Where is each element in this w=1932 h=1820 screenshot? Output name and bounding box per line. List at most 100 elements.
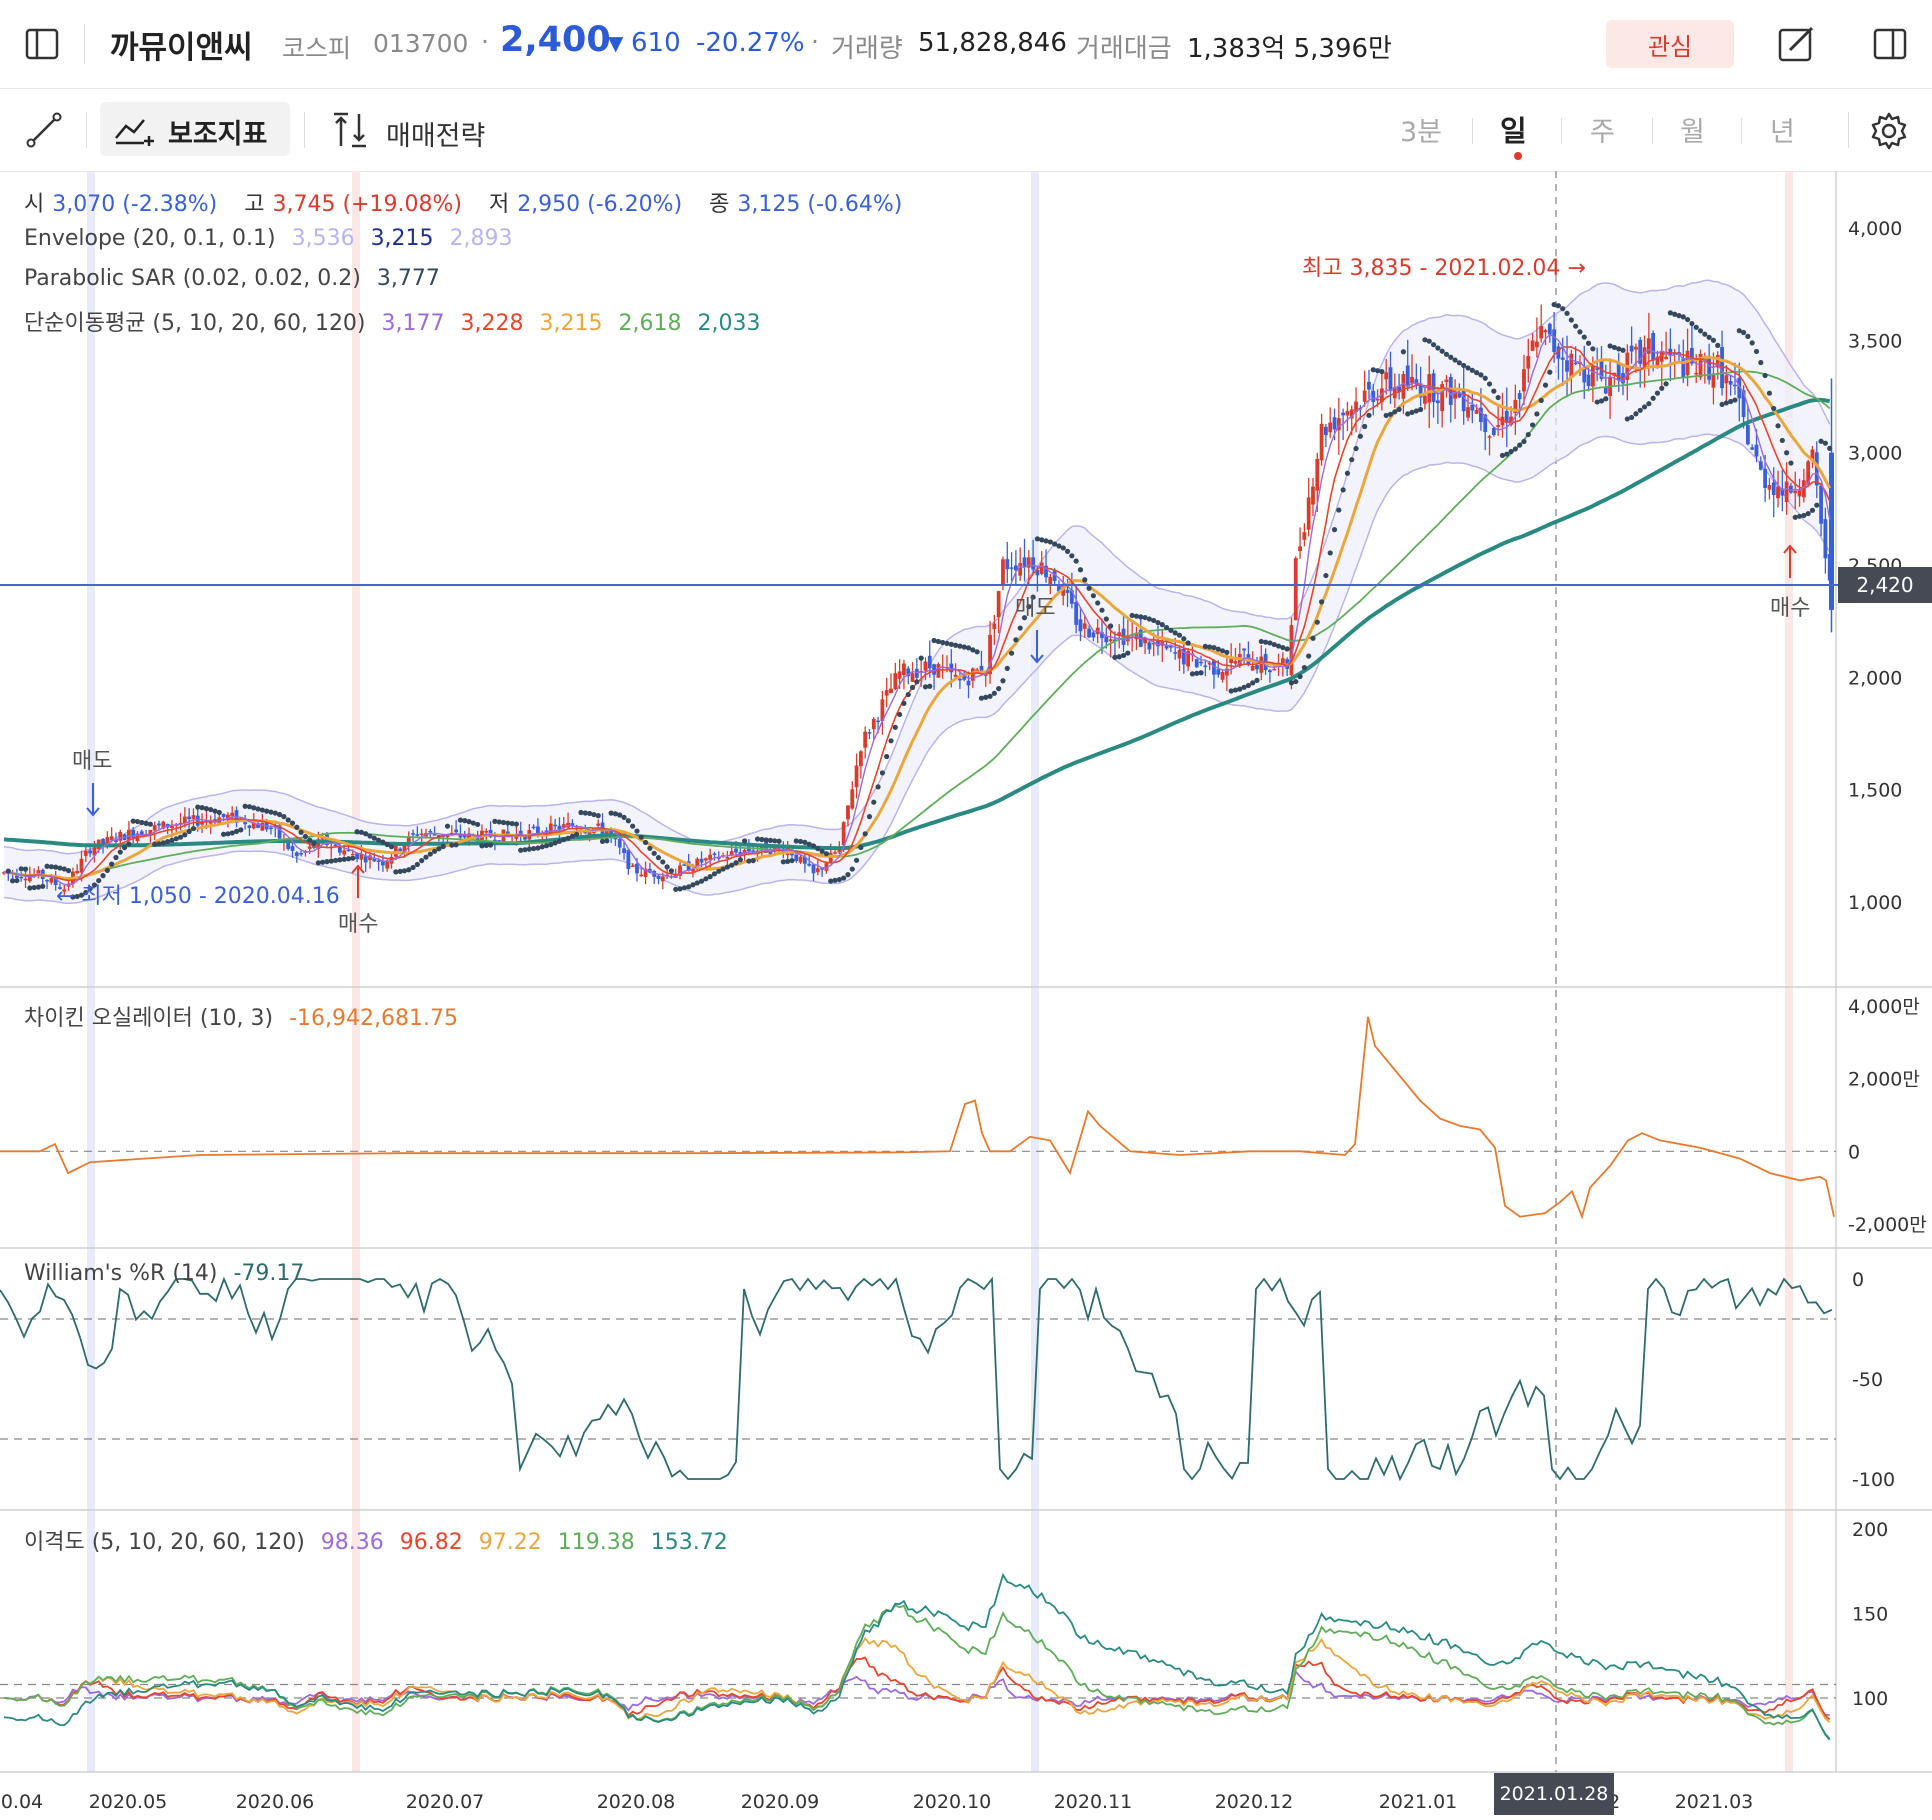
psar-dot	[879, 770, 886, 776]
psar-dot	[862, 831, 868, 837]
candle-body	[1324, 426, 1328, 436]
psar-dot	[1779, 437, 1785, 444]
active-period-dot	[1514, 152, 1522, 160]
disparity-legend[interactable]: 이격도 (5, 10, 20, 60, 120) 98.36 96.82 97.22 1…	[24, 1524, 736, 1556]
sma10-value: 3,228	[460, 311, 524, 336]
strategy-button[interactable]: 매매전략	[328, 108, 528, 152]
psar-dot	[311, 840, 317, 846]
envelope-legend[interactable]: Envelope (20, 0.1, 0.1) 3,536 3,215 2,893	[24, 226, 521, 251]
disparity20-value: 97.22	[478, 1530, 542, 1555]
psar-dot	[953, 642, 959, 648]
candle-body	[902, 663, 906, 675]
candle	[1039, 551, 1044, 576]
psar-dot	[1573, 323, 1579, 329]
psar-dot	[1013, 637, 1019, 643]
candle-body	[1177, 649, 1182, 659]
psar-dot	[1758, 359, 1764, 366]
psar-dot	[238, 827, 244, 833]
edit-icon[interactable]	[1772, 20, 1820, 68]
candle-body	[333, 844, 338, 847]
candle-body	[1724, 375, 1729, 384]
close-label: 종	[709, 192, 730, 217]
period-year[interactable]: 년	[1770, 110, 1795, 149]
close-value: 3,125 (-0.64%)	[737, 192, 903, 217]
candle-body	[1823, 519, 1828, 559]
psar-dot	[853, 857, 860, 863]
candle-body	[910, 673, 915, 682]
candle-body	[1108, 639, 1113, 642]
watchlist-button[interactable]: 관심	[1606, 20, 1734, 68]
psar-dot	[789, 857, 795, 864]
candle-body	[699, 858, 704, 863]
psar-dot	[957, 643, 963, 649]
psar-dot	[1740, 329, 1747, 336]
candle-body	[1427, 374, 1432, 403]
low-label: 저	[488, 192, 510, 217]
candle-body	[863, 731, 868, 748]
psar-dot	[1697, 328, 1704, 334]
psar-dot	[1620, 347, 1626, 353]
psar-dot	[259, 807, 265, 813]
psar-dot	[1577, 329, 1583, 335]
psar-dot	[285, 817, 291, 823]
psar-dot	[1478, 372, 1484, 378]
chaikin-legend[interactable]: 차이킨 오실레이터 (10, 3) -16,942,681.75	[24, 1000, 466, 1032]
period-week[interactable]: 주	[1590, 110, 1615, 149]
psar-dot	[1792, 514, 1798, 520]
chaikin-tick-label: 2,000만	[1848, 1069, 1920, 1091]
psar-dot	[1680, 314, 1686, 320]
psar-dot	[156, 841, 162, 847]
psar-dot	[1245, 682, 1251, 689]
psar-dot	[143, 820, 149, 826]
chart-area[interactable]: 4,0003,5003,0002,5002,0001,5001,0004,000…	[0, 171, 1932, 1820]
candle-body	[415, 834, 420, 836]
psar-dot	[1082, 577, 1088, 583]
draw-line-icon[interactable]	[22, 108, 66, 152]
panel-toggle-icon[interactable]	[1868, 22, 1912, 66]
settings-gear-icon[interactable]	[1866, 108, 1912, 154]
period-month[interactable]: 월	[1680, 110, 1705, 149]
price-change: 610	[631, 28, 681, 58]
candle-body	[656, 875, 661, 879]
chaikin-tick-label: 4,000만	[1848, 996, 1920, 1018]
candle	[1005, 541, 1010, 584]
candle-body	[1375, 398, 1380, 401]
candle-body	[1565, 360, 1569, 372]
psar-dot	[1796, 513, 1803, 519]
candle	[858, 749, 863, 779]
psar-dot	[1650, 395, 1656, 401]
sidebar-toggle-icon[interactable]	[22, 24, 62, 64]
psar-dot	[595, 813, 601, 819]
psar-dot	[126, 841, 132, 847]
psar-dot	[1659, 385, 1665, 391]
candle	[1298, 527, 1302, 559]
psar-dot	[1538, 397, 1544, 404]
candle-body	[1694, 372, 1699, 375]
candle-body	[1341, 412, 1346, 416]
candle	[902, 659, 906, 690]
psar-dot	[897, 711, 903, 718]
psar-dot	[1224, 649, 1230, 655]
candle-body	[1522, 369, 1526, 392]
candle-body	[1065, 589, 1070, 593]
period-3min[interactable]: 3분	[1400, 110, 1442, 149]
psar-dot	[134, 818, 141, 825]
sma-legend[interactable]: 단순이동평균 (5, 10, 20, 60, 120) 3,177 3,228 3,2…	[24, 305, 768, 337]
candle-body	[1405, 365, 1410, 387]
candle-body	[484, 830, 489, 833]
indicator-label: 보조지표	[168, 119, 268, 150]
williams-legend[interactable]: William's %R (14) -79.17	[24, 1261, 312, 1286]
candle-body	[187, 816, 192, 820]
candle-body	[1039, 562, 1044, 574]
psar-legend[interactable]: Parabolic SAR (0.02, 0.02, 0.2) 3,777	[24, 266, 448, 291]
indicator-button[interactable]: 보조지표	[100, 102, 290, 156]
williams-line	[0, 1276, 1833, 1482]
candle	[1362, 370, 1367, 407]
psar-dot	[1379, 368, 1385, 375]
candle-body	[635, 863, 639, 874]
psar-dot	[1258, 638, 1264, 645]
period-day[interactable]: 일	[1500, 108, 1527, 150]
psar-dot	[121, 844, 128, 851]
candle	[1324, 423, 1328, 448]
psar-dot	[1693, 324, 1699, 330]
